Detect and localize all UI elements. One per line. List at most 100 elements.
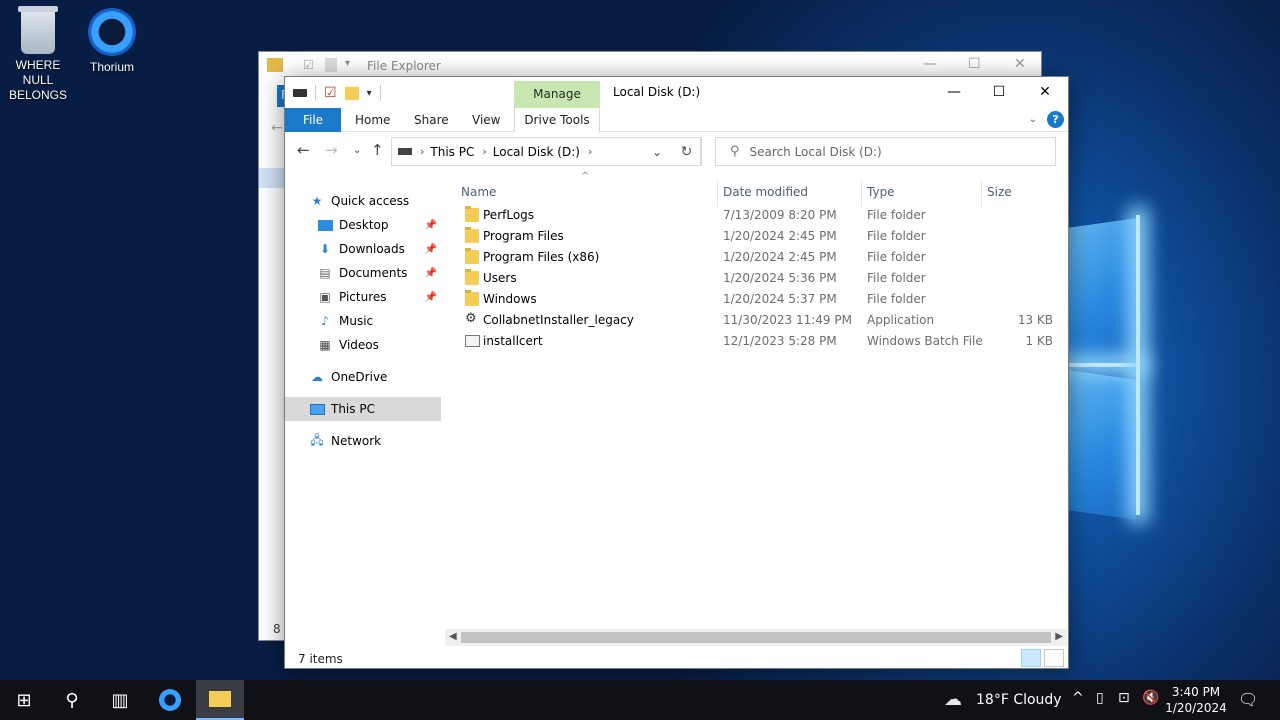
file-size: 1 KB bbox=[1025, 334, 1053, 348]
application-icon: ⚙ bbox=[465, 311, 477, 326]
chevron-down-icon[interactable]: ▾ bbox=[367, 88, 372, 99]
back-button[interactable]: ← bbox=[297, 141, 310, 159]
refresh-icon: ↻ bbox=[680, 143, 693, 160]
column-header-size[interactable]: Size bbox=[987, 185, 1012, 205]
table-row[interactable]: Windows 1/20/2024 5:37 PM File folder bbox=[461, 289, 1061, 310]
nav-item-this-pc[interactable]: This PC bbox=[285, 397, 441, 421]
notifications-icon[interactable]: 🗨 bbox=[1238, 690, 1258, 709]
taskbar-file-explorer[interactable] bbox=[196, 680, 244, 720]
battery-icon[interactable]: ▯ bbox=[1096, 690, 1104, 706]
maximize-icon[interactable]: ☐ bbox=[968, 56, 981, 72]
column-header-date[interactable]: Date modified bbox=[723, 185, 808, 205]
address-bar[interactable]: › This PC › Local Disk (D:) › ⌄ bbox=[391, 137, 701, 166]
up-button[interactable]: ↑ bbox=[371, 141, 384, 159]
details-view-button[interactable] bbox=[1021, 649, 1041, 667]
table-row[interactable]: ⚙ CollabnetInstaller_legacy 11/30/2023 1… bbox=[461, 310, 1061, 331]
breadcrumb-this-pc[interactable]: This PC bbox=[430, 145, 474, 159]
thorium-browser-icon bbox=[88, 8, 136, 56]
taskbar-thorium[interactable] bbox=[146, 680, 194, 720]
nav-item-music[interactable]: ♪ Music bbox=[285, 309, 441, 333]
status-bar: 7 items bbox=[285, 649, 1068, 669]
nav-item-pictures[interactable]: ▣ Pictures 📌 bbox=[285, 285, 441, 309]
scroll-left-icon[interactable]: ◀ bbox=[449, 631, 457, 642]
file-explorer-window[interactable]: ☑ ▾ Manage Local Disk (D:) — ☐ ✕ File Ho… bbox=[284, 76, 1069, 669]
start-button[interactable]: ⊞ bbox=[0, 680, 48, 720]
clock[interactable]: 3:40 PM 1/20/2024 bbox=[1164, 684, 1228, 716]
network-icon: 🖧 bbox=[310, 432, 324, 447]
file-name: Program Files bbox=[483, 229, 564, 243]
folder-icon bbox=[267, 58, 283, 72]
nav-item-network[interactable]: 🖧 Network bbox=[285, 429, 441, 453]
horizontal-scrollbar[interactable]: ◀ ▶ bbox=[445, 629, 1067, 646]
file-type: Windows Batch File bbox=[867, 334, 983, 348]
nav-label: Network bbox=[331, 434, 382, 448]
column-header-type[interactable]: Type bbox=[867, 185, 895, 205]
maximize-button[interactable]: ☐ bbox=[976, 77, 1022, 107]
nav-item-downloads[interactable]: ⬇ Downloads 📌 bbox=[285, 237, 441, 261]
folder-icon bbox=[465, 227, 479, 243]
desktop-icon-thorium[interactable]: Thorium bbox=[74, 8, 150, 75]
cloudy-weather-icon[interactable]: ☁ bbox=[944, 689, 962, 710]
column-header-name[interactable]: Name bbox=[461, 185, 496, 205]
forward-button[interactable]: → bbox=[325, 141, 338, 159]
nav-item-onedrive[interactable]: ☁ OneDrive bbox=[285, 365, 441, 389]
scrollbar-thumb[interactable] bbox=[461, 632, 1051, 643]
desktop-icon-recycle-bin[interactable]: WHERE NULL BELONGS bbox=[0, 6, 76, 103]
minimize-button[interactable]: — bbox=[931, 77, 977, 107]
tab-share[interactable]: Share bbox=[414, 108, 449, 132]
background-window-title: File Explorer bbox=[367, 59, 441, 73]
table-row[interactable]: PerfLogs 7/13/2009 8:20 PM File folder bbox=[461, 205, 1061, 226]
table-row[interactable]: Users 1/20/2024 5:36 PM File folder bbox=[461, 268, 1061, 289]
picture-icon: ▣ bbox=[319, 290, 331, 304]
document-icon: ▤ bbox=[319, 266, 331, 280]
nav-item-desktop[interactable]: Desktop 📌 bbox=[285, 213, 441, 237]
file-list: ^ Name Date modified Type Size PerfLogs … bbox=[461, 171, 1063, 635]
tab-file[interactable]: File bbox=[285, 108, 341, 132]
breadcrumb-separator-icon: › bbox=[420, 145, 425, 158]
nav-item-quick-access[interactable]: ★ Quick access bbox=[285, 189, 441, 213]
large-icons-view-button[interactable] bbox=[1044, 649, 1064, 667]
file-type: File folder bbox=[867, 271, 926, 285]
file-date: 1/20/2024 5:37 PM bbox=[723, 292, 837, 306]
recent-locations-button[interactable]: ⌄ bbox=[353, 145, 361, 156]
expand-ribbon-icon[interactable]: ⌄ bbox=[1029, 114, 1037, 125]
search-input[interactable]: ⚲ Search Local Disk (D:) bbox=[715, 137, 1056, 166]
help-button[interactable]: ? bbox=[1047, 111, 1064, 128]
scroll-right-icon[interactable]: ▶ bbox=[1055, 631, 1063, 642]
thorium-browser-icon bbox=[159, 689, 181, 711]
task-view-button[interactable]: ▥ bbox=[96, 680, 144, 720]
new-folder-icon bbox=[325, 58, 337, 72]
speaker-muted-icon[interactable]: 🔇 bbox=[1142, 690, 1159, 706]
network-icon[interactable]: ⊡ bbox=[1118, 690, 1130, 706]
breadcrumb-separator-icon[interactable]: › bbox=[588, 145, 592, 158]
manage-contextual-tab[interactable]: Manage bbox=[514, 81, 600, 108]
breadcrumb-local-disk[interactable]: Local Disk (D:) bbox=[493, 145, 580, 159]
minimize-icon[interactable]: — bbox=[923, 56, 937, 72]
table-row[interactable]: installcert 12/1/2023 5:28 PM Windows Ba… bbox=[461, 331, 1061, 352]
properties-icon[interactable]: ☑ bbox=[324, 85, 337, 101]
table-row[interactable]: Program Files (x86) 1/20/2024 2:45 PM Fi… bbox=[461, 247, 1061, 268]
refresh-button[interactable]: ↻ bbox=[672, 137, 702, 166]
address-dropdown-icon[interactable]: ⌄ bbox=[652, 145, 662, 159]
clock-time: 3:40 PM bbox=[1171, 685, 1221, 699]
nav-item-videos[interactable]: ▦ Videos bbox=[285, 333, 441, 357]
star-icon: ★ bbox=[311, 194, 323, 208]
title-bar[interactable]: ☑ ▾ Manage Local Disk (D:) — ☐ ✕ bbox=[285, 77, 1068, 108]
tab-view[interactable]: View bbox=[472, 108, 500, 132]
search-button[interactable]: ⚲ bbox=[48, 680, 96, 720]
nav-label: Desktop bbox=[339, 218, 389, 232]
new-folder-icon[interactable] bbox=[344, 86, 359, 100]
folder-icon bbox=[465, 206, 479, 222]
weather-text[interactable]: 18°F Cloudy bbox=[976, 692, 1062, 708]
folder-icon bbox=[465, 290, 479, 306]
close-icon[interactable]: ✕ bbox=[1014, 56, 1026, 72]
close-button[interactable]: ✕ bbox=[1022, 77, 1068, 107]
nav-item-documents[interactable]: ▤ Documents 📌 bbox=[285, 261, 441, 285]
table-row[interactable]: Program Files 1/20/2024 2:45 PM File fol… bbox=[461, 226, 1061, 247]
computer-icon bbox=[309, 401, 325, 417]
tab-home[interactable]: Home bbox=[355, 108, 390, 132]
breadcrumb-separator-icon[interactable]: › bbox=[482, 145, 486, 158]
tab-drive-tools[interactable]: Drive Tools bbox=[514, 108, 600, 132]
pin-icon: 📌 bbox=[424, 243, 437, 255]
chevron-up-icon[interactable]: ^ bbox=[1072, 690, 1084, 706]
